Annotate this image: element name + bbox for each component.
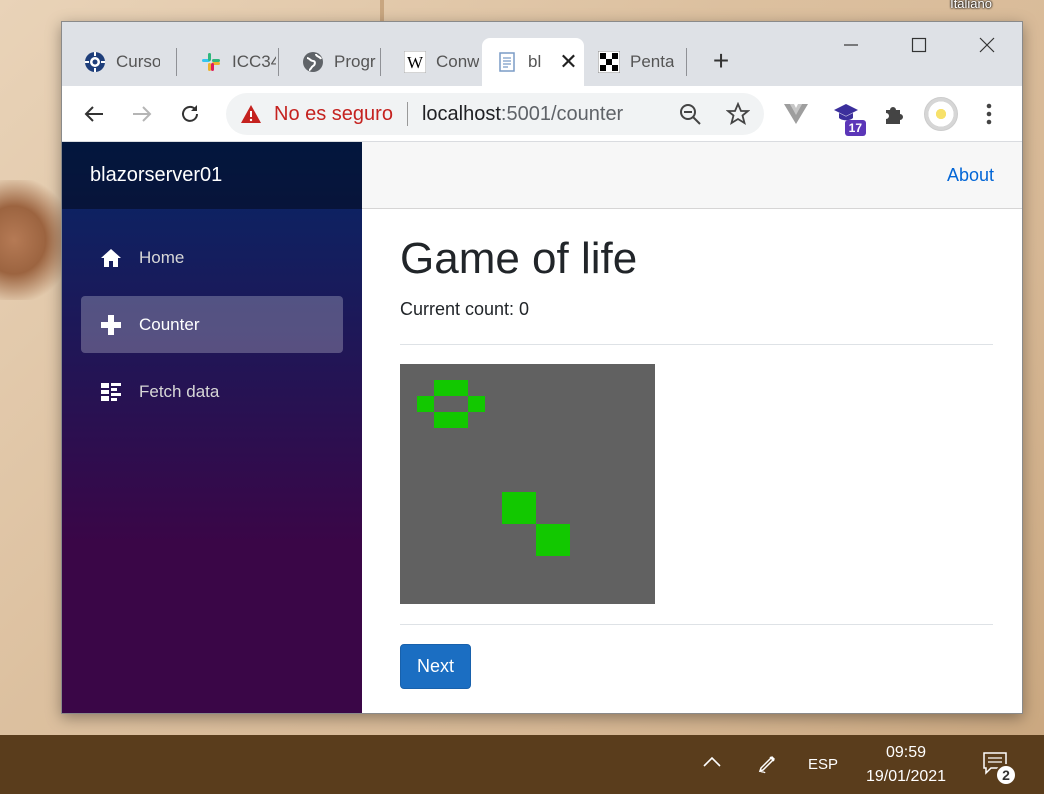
pen-tray-button[interactable]	[756, 753, 778, 779]
sidebar-item-home[interactable]: Home	[81, 229, 343, 286]
back-button[interactable]	[76, 96, 112, 132]
kebab-menu-icon	[986, 103, 992, 125]
sidebar: blazorserver01 Home Counter Fetch data	[62, 142, 362, 713]
url-host: localhost	[421, 102, 501, 125]
tab-blazor[interactable]: bl ✕	[482, 38, 584, 86]
menu-button[interactable]	[974, 98, 1004, 130]
main-content: About Game of life Current count: 0 Next	[362, 142, 1022, 713]
profile-avatar[interactable]	[924, 97, 958, 131]
desktop-language-label: Italiano	[950, 0, 992, 11]
browser-window: Curso ICC34 Progr W Conw bl ✕ Penta + No…	[61, 21, 1023, 714]
divider	[400, 344, 993, 345]
sidebar-item-fetch-data[interactable]: Fetch data	[81, 363, 343, 420]
list-icon	[99, 380, 123, 404]
tab-separator	[380, 48, 381, 76]
extension-vue-button[interactable]	[780, 98, 812, 130]
url-path: :5001/counter	[500, 102, 624, 125]
tab-conway[interactable]: W Conw	[382, 38, 482, 86]
live-cell	[536, 524, 570, 556]
extension-graduation-button[interactable]: 17	[830, 98, 866, 136]
warning-icon	[241, 105, 261, 123]
game-board[interactable]	[400, 364, 655, 604]
input-language[interactable]: ESP	[808, 756, 838, 773]
live-cell	[434, 412, 468, 428]
wallpaper	[380, 0, 384, 22]
tab-separator	[176, 48, 177, 76]
forward-arrow-icon	[133, 106, 152, 122]
gear-globe-icon	[84, 51, 106, 73]
brand-name[interactable]: blazorserver01	[62, 142, 362, 209]
web-page: blazorserver01 Home Counter Fetch data A…	[62, 142, 1022, 713]
sidebar-item-label: Fetch data	[139, 381, 220, 401]
plus-icon	[99, 313, 123, 337]
document-icon	[496, 51, 518, 73]
content-area: Game of life Current count: 0 Next	[362, 209, 1022, 689]
extension-badge: 17	[844, 120, 866, 136]
notification-badge: 2	[995, 764, 1017, 786]
close-window-button[interactable]	[964, 30, 1010, 60]
clock-time: 09:59	[885, 744, 927, 761]
show-hidden-icons-button[interactable]	[702, 755, 722, 772]
tab-progr[interactable]: Progr	[280, 38, 380, 86]
bookmark-star-icon	[726, 102, 750, 125]
live-cell	[417, 396, 434, 412]
pen-icon	[758, 755, 776, 774]
wikipedia-icon: W	[404, 51, 426, 73]
about-link[interactable]: About	[947, 165, 994, 186]
zoom-icon	[680, 104, 701, 125]
svg-text:W: W	[407, 53, 424, 72]
slack-icon	[200, 51, 222, 73]
taskbar: ESP 09:59 19/01/2021 2	[0, 735, 1044, 794]
tab-strip: Curso ICC34 Progr W Conw bl ✕ Penta +	[62, 22, 1022, 86]
back-arrow-icon	[84, 106, 103, 122]
divider	[400, 624, 993, 625]
security-status[interactable]: No es seguro	[274, 103, 393, 126]
tab-label: ICC34	[232, 52, 276, 71]
sidebar-item-counter[interactable]: Counter	[81, 296, 343, 353]
tab-icc34[interactable]: ICC34	[178, 38, 278, 86]
tab-label: Progr	[334, 52, 376, 71]
live-cell	[434, 380, 468, 396]
vue-icon	[784, 104, 808, 124]
forward-button[interactable]	[124, 96, 160, 132]
tab-label: bl	[528, 52, 542, 71]
home-icon	[99, 246, 123, 270]
reload-button[interactable]	[172, 96, 208, 132]
sidebar-nav: Home Counter Fetch data	[62, 209, 362, 420]
current-count: Current count: 0	[400, 299, 530, 319]
puzzle-icon	[886, 107, 903, 124]
top-row: About	[362, 142, 1022, 209]
new-tab-button[interactable]: +	[706, 45, 736, 76]
close-icon	[979, 37, 995, 53]
tab-label: Conw	[436, 52, 480, 71]
live-cell	[468, 396, 485, 412]
sidebar-item-label: Counter	[139, 314, 200, 334]
reload-icon	[182, 105, 198, 122]
clock[interactable]: 09:59 19/01/2021	[848, 741, 964, 789]
next-button[interactable]: Next	[400, 644, 471, 689]
maximize-icon	[911, 37, 927, 53]
browser-toolbar: No es seguro localhost :5001/counter 17	[62, 86, 1022, 142]
tab-curso[interactable]: Curso	[62, 38, 176, 86]
globe-icon	[302, 51, 324, 73]
pattern-icon	[598, 51, 620, 73]
address-separator	[406, 102, 408, 126]
wallpaper-hand	[0, 180, 70, 300]
live-cell	[502, 492, 536, 524]
extensions-button[interactable]	[878, 98, 910, 130]
maximize-button[interactable]	[896, 30, 942, 60]
chevron-up-icon	[703, 756, 721, 767]
sidebar-item-label: Home	[139, 247, 185, 267]
minimize-button[interactable]	[828, 30, 874, 60]
tab-penta[interactable]: Penta	[584, 38, 686, 86]
tab-separator	[686, 48, 687, 76]
tab-separator	[278, 48, 279, 76]
clock-date: 19/01/2021	[865, 768, 947, 785]
address-bar[interactable]: No es seguro localhost :5001/counter	[226, 93, 764, 135]
tab-label: Curso	[116, 52, 160, 71]
close-tab-icon[interactable]: ✕	[559, 51, 577, 73]
page-title: Game of life	[400, 234, 638, 283]
tab-label: Penta	[630, 52, 674, 71]
minimize-icon	[844, 44, 858, 46]
